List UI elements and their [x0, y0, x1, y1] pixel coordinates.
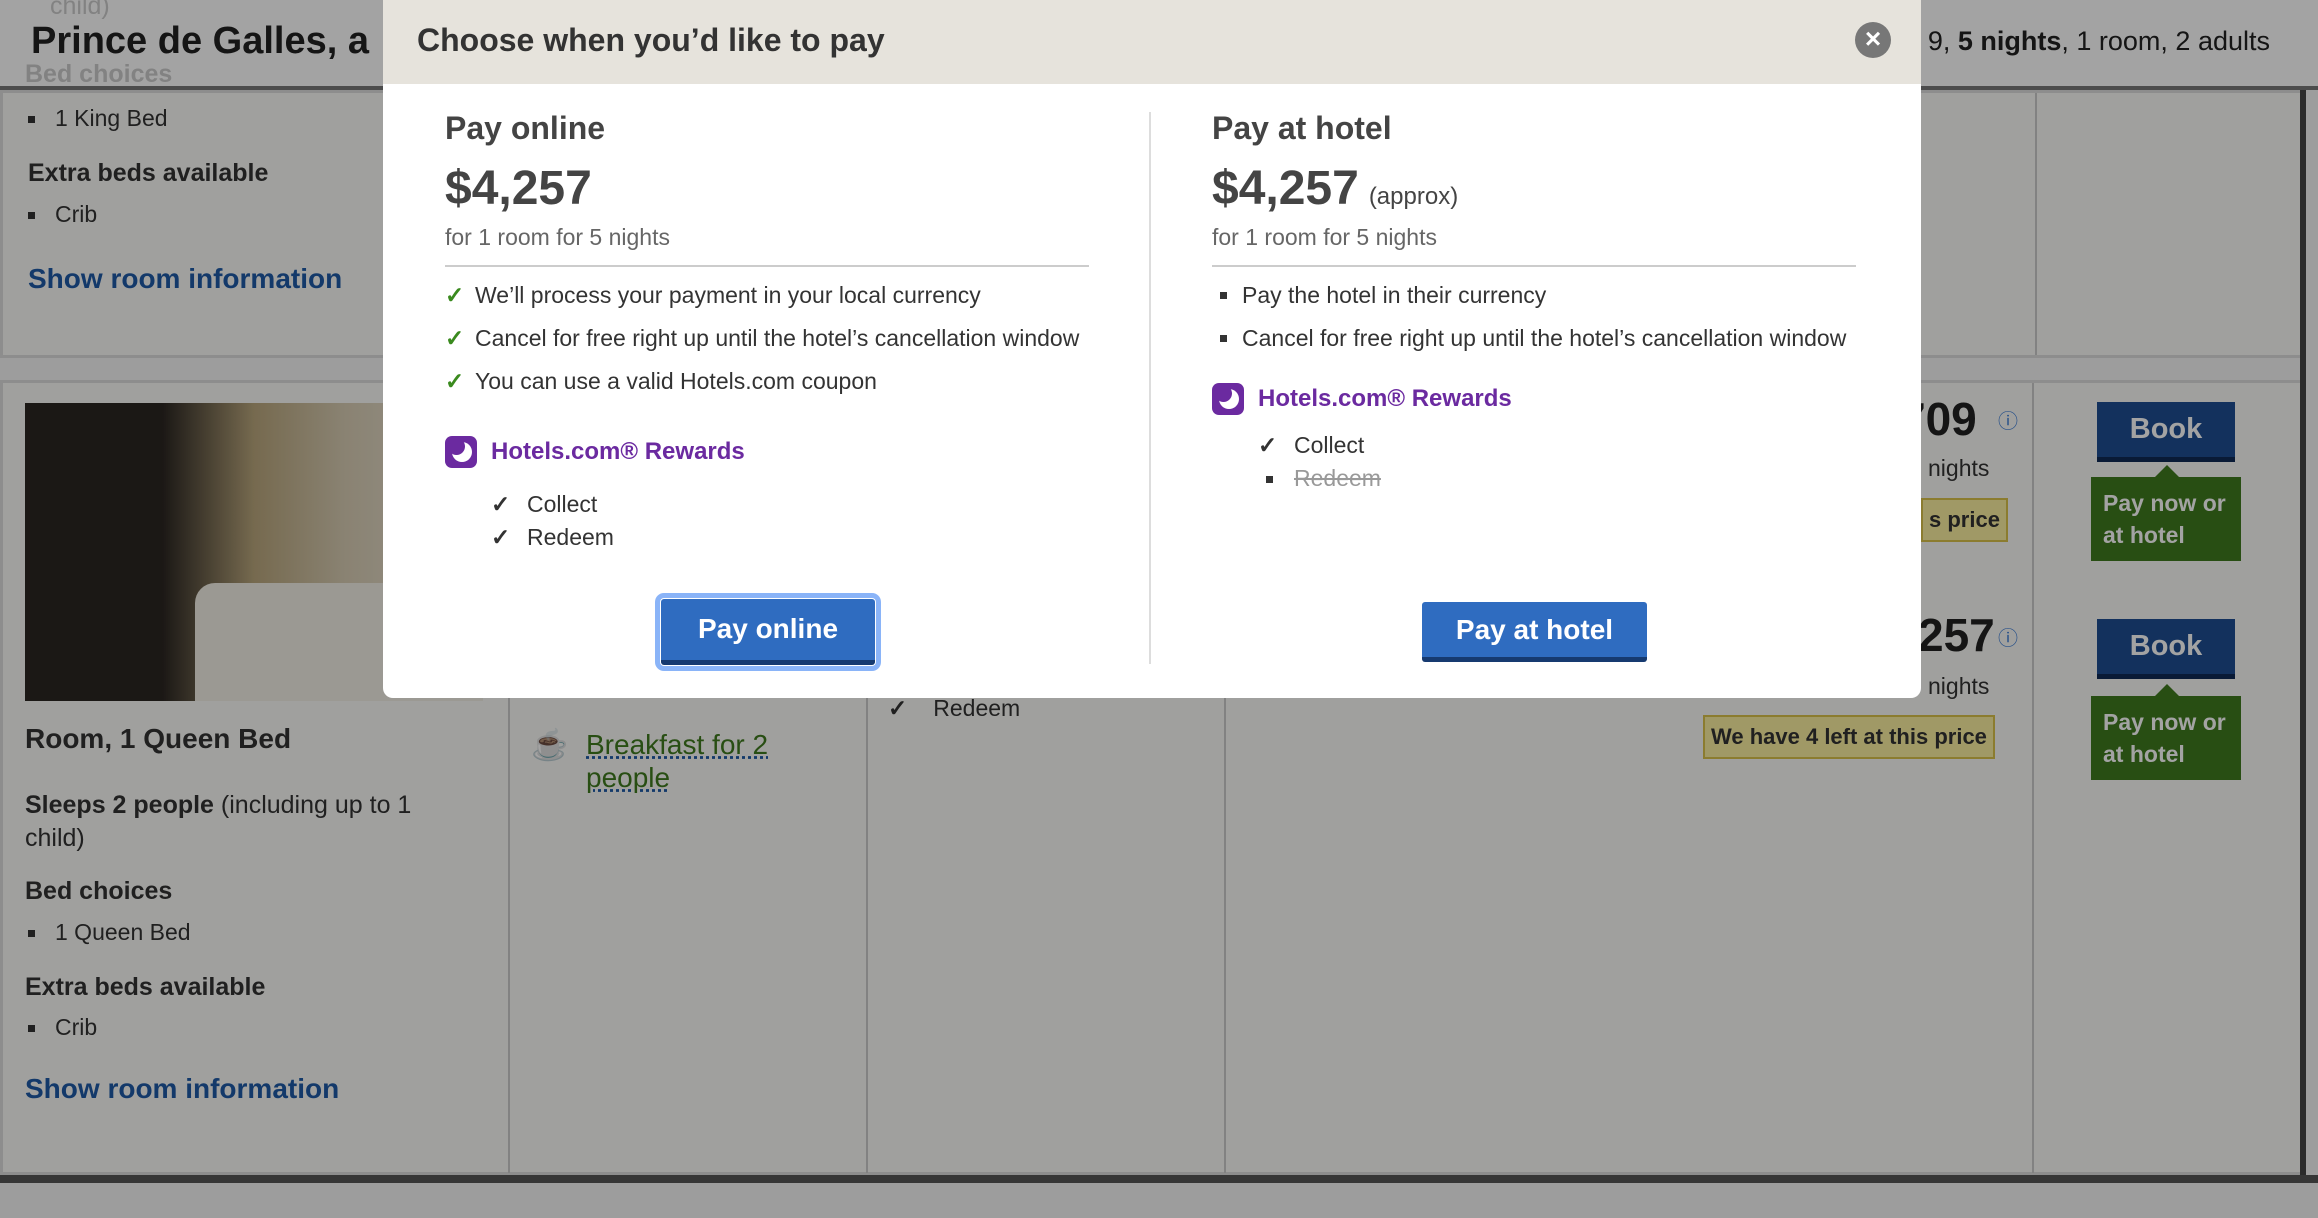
- hotels-rewards-icon: [445, 436, 477, 468]
- check-icon: ✓: [445, 368, 465, 394]
- rewards-item-redeem: ✓ Redeem: [491, 521, 1089, 554]
- rewards-item-redeem: Redeem: [1258, 462, 1856, 495]
- rewards-item-collect: ✓ Collect: [491, 488, 1089, 521]
- benefit-item: ✓ We’ll process your payment in your loca…: [445, 279, 1089, 312]
- check-icon: ✓: [1258, 432, 1278, 458]
- pay-online-subtitle: for 1 room for 5 nights: [445, 224, 1089, 267]
- rewards-heading: Hotels.com® Rewards: [1212, 383, 1856, 415]
- check-icon: ✓: [491, 524, 511, 550]
- bullet-icon: [1220, 335, 1227, 342]
- pay-at-hotel-subtitle: for 1 room for 5 nights: [1212, 224, 1856, 267]
- pay-online-heading: Pay online: [445, 110, 606, 146]
- benefit-item: Cancel for free right up until the hotel…: [1212, 322, 1856, 355]
- close-icon[interactable]: ×: [1855, 22, 1891, 58]
- rewards-list: ✓ Collect ✓ Redeem: [491, 488, 1089, 554]
- benefit-item: Pay the hotel in their currency: [1212, 279, 1856, 312]
- dialog-title: Choose when you’d like to pay: [417, 22, 885, 58]
- check-icon: ✓: [445, 325, 465, 351]
- rewards-item-collect: ✓ Collect: [1258, 429, 1856, 462]
- pay-online-button[interactable]: Pay online: [655, 593, 881, 671]
- column-divider: [1149, 112, 1151, 664]
- bullet-icon: [1220, 292, 1227, 299]
- check-icon: ✓: [445, 282, 465, 308]
- bullet-icon: [1258, 462, 1294, 495]
- pay-at-hotel-button[interactable]: Pay at hotel: [1422, 602, 1647, 662]
- hotels-rewards-icon: [1212, 383, 1244, 415]
- pay-online-price: $4,257: [445, 162, 592, 215]
- benefit-item: ✓ You can use a valid Hotels.com coupon: [445, 365, 1089, 398]
- rewards-list: ✓ Collect Redeem: [1258, 429, 1856, 495]
- benefit-item: ✓ Cancel for free right up until the hote…: [445, 322, 1089, 355]
- check-icon: ✓: [491, 491, 511, 517]
- pay-at-hotel-price: $4,257 (approx): [1212, 162, 1459, 215]
- rewards-heading: Hotels.com® Rewards: [445, 436, 1089, 468]
- payment-choice-dialog: Choose when you’d like to pay × Pay onli…: [383, 0, 1921, 698]
- pay-at-hotel-heading: Pay at hotel: [1212, 110, 1392, 146]
- pay-online-column: Pay online $4,257 for 1 room for 5 night…: [445, 110, 1089, 554]
- pay-at-hotel-column: Pay at hotel $4,257 (approx) for 1 room f…: [1212, 110, 1856, 495]
- dialog-header: Choose when you’d like to pay ×: [383, 0, 1921, 84]
